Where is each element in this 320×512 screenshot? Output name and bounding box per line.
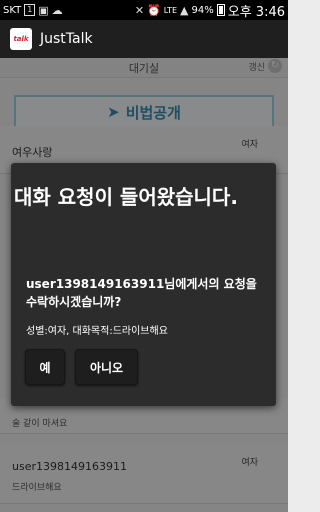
alarm-icon: ⏰ [147,3,161,17]
mute-icon: ✕ [134,3,145,17]
dialog-title: 대화 요청이 들어왔습니다. [14,185,238,209]
dialog-info: 성별:여자, 대화목적:드라이브해요 [26,326,168,337]
carrier-label: SKT [3,4,22,16]
status-bar: SKT 1 ▣ ☁ ✕ ⏰ LTE ▲ 94% 오후 3:46 [0,0,288,20]
battery-percent: 94% [191,4,214,16]
status-bar-left: SKT 1 ▣ ☁ [3,4,63,17]
notification-count-icon: 1 [24,4,36,16]
action-bar: talk JustTalk [0,20,288,58]
signal-icon: ▲ [180,3,189,17]
clock: 오후 3:46 [227,4,285,20]
image-icon: ▣ [38,3,49,17]
battery-icon [216,4,225,16]
app-title: JustTalk [40,31,93,47]
no-button[interactable]: 아니오 [75,349,138,385]
dialog-message: user1398149163911님에게서의 요청을 수락하시겠습니까? [26,277,257,309]
network-type: LTE [163,5,178,15]
weather-icon: ☁ [51,3,63,17]
chat-request-dialog: 대화 요청이 들어왔습니다. user1398149163911님에게서의 요청… [11,163,276,406]
status-bar-right: ✕ ⏰ LTE ▲ 94% 오후 3:46 [135,1,285,20]
yes-button[interactable]: 예 [25,349,65,385]
app-logo-icon[interactable]: talk [10,28,32,50]
